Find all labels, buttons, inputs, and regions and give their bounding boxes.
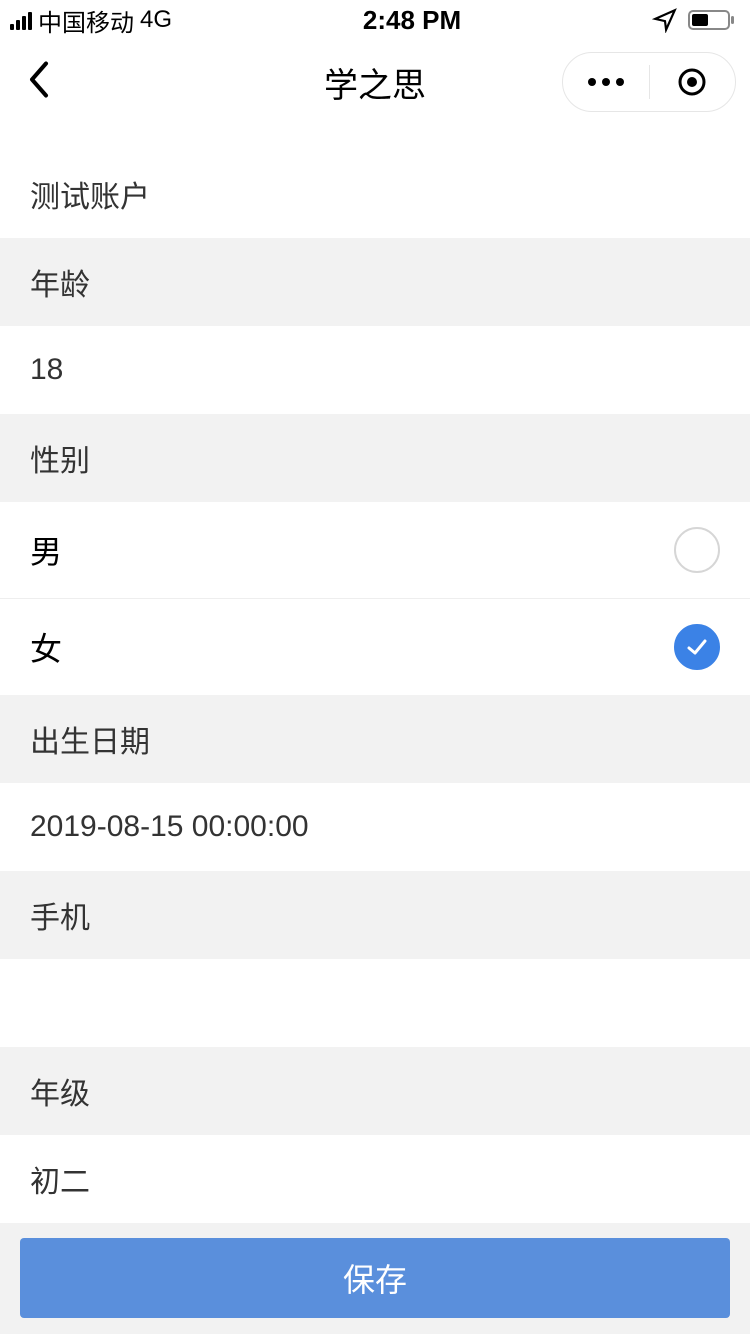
capsule-close-button[interactable] [650,53,736,111]
page-title: 学之思 [324,58,426,107]
status-left: 中国移动 4G [10,3,172,38]
status-right [652,7,736,33]
save-button-label: 保存 [343,1255,407,1301]
account-value-text: 测试账户 [30,172,150,216]
age-label-row: 年龄 [0,238,750,326]
gender-option-female[interactable]: 女 [0,599,750,695]
phone-label-row: 手机 [0,871,750,959]
grade-label: 年级 [30,1069,90,1113]
status-bar: 中国移动 4G 2:48 PM [0,0,750,40]
back-button[interactable] [26,60,50,105]
truncated-previous-row [0,124,750,150]
phone-label: 手机 [30,893,90,937]
radio-icon [674,527,720,573]
signal-icon [10,10,32,30]
save-bar: 保存 [0,1224,750,1334]
gender-option-male[interactable]: 男 [0,502,750,598]
grade-value-row[interactable]: 初二 [0,1135,750,1223]
age-label: 年龄 [30,260,90,304]
gender-male-label: 男 [30,527,62,573]
gender-label-row: 性别 [0,414,750,502]
location-icon [652,7,678,33]
status-time: 2:48 PM [363,5,461,36]
birth-value: 2019-08-15 00:00:00 [30,810,309,844]
grade-label-row: 年级 [0,1047,750,1135]
gender-female-label: 女 [30,624,62,670]
radio-selected-icon [674,624,720,670]
form-content[interactable]: 测试账户 年龄 18 性别 男 女 出生日期 2019-08-15 00:00:… [0,124,750,1334]
save-button[interactable]: 保存 [20,1238,730,1318]
account-value[interactable]: 测试账户 [0,150,750,238]
mini-program-capsule [562,52,736,112]
carrier-label: 中国移动 [38,3,134,38]
grade-value: 初二 [30,1157,90,1201]
network-label: 4G [140,6,172,34]
gender-label: 性别 [30,436,90,480]
age-value-row[interactable]: 18 [0,326,750,414]
birth-label-row: 出生日期 [0,695,750,783]
birth-label: 出生日期 [30,717,150,761]
title-bar: 学之思 [0,40,750,124]
birth-value-row[interactable]: 2019-08-15 00:00:00 [0,783,750,871]
phone-value-row[interactable] [0,959,750,1047]
age-value: 18 [30,353,63,387]
capsule-menu-button[interactable] [563,53,649,111]
battery-icon [688,8,736,32]
